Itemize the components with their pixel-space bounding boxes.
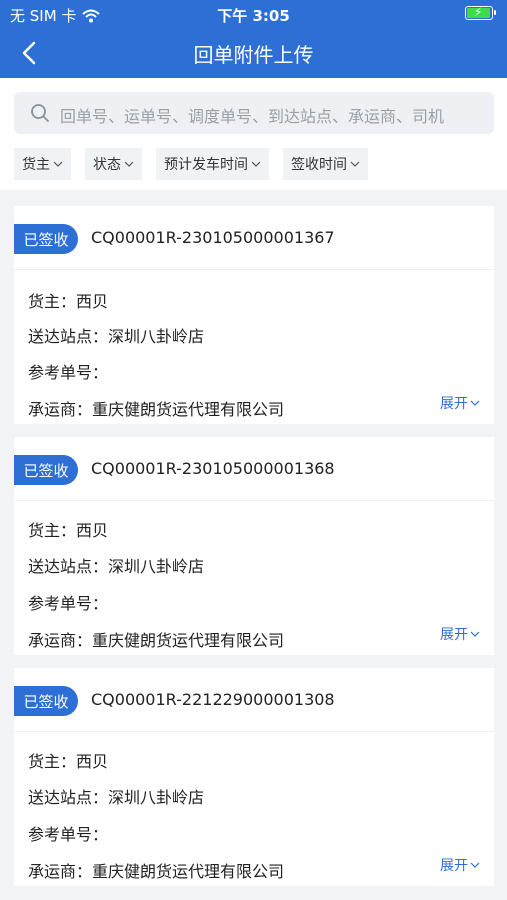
- filter-owner[interactable]: 货主: [14, 148, 71, 180]
- receipt-card[interactable]: 已签收 CQ00001R-230105000001368 货主：西贝 送达站点：…: [14, 437, 494, 655]
- divider: [14, 731, 494, 732]
- chevron-down-icon: [124, 161, 134, 167]
- filter-label: 货主: [22, 157, 50, 173]
- search-filter-panel: 回单号、运单号、调度单号、到达站点、承运商、司机 货主 状态 预计发车时间 签收…: [0, 78, 507, 190]
- status-bar: 无 SIM 卡 下午 3:05 ⚡: [0, 0, 507, 28]
- status-badge: 已签收: [14, 455, 78, 485]
- search-icon: [31, 104, 49, 122]
- filter-sign-time[interactable]: 签收时间: [283, 148, 368, 180]
- order-number: CQ00001R-230105000001367: [91, 228, 335, 247]
- chevron-down-icon: [53, 161, 63, 167]
- charging-bolt-icon: ⚡: [474, 5, 483, 19]
- owner-field: 货主：西贝: [28, 752, 109, 771]
- page-title: 回单附件上传: [193, 43, 314, 67]
- divider: [14, 269, 494, 270]
- order-number: CQ00001R-230105000001368: [91, 459, 335, 478]
- clock: 下午 3:05: [217, 7, 290, 25]
- station-field: 送达站点：深圳八卦岭店: [28, 788, 205, 807]
- expand-button[interactable]: 展开: [440, 393, 480, 413]
- filter-departure-time[interactable]: 预计发车时间: [156, 148, 269, 180]
- expand-label: 展开: [440, 627, 468, 643]
- owner-field: 货主：西贝: [28, 521, 109, 540]
- filter-label: 状态: [93, 157, 121, 173]
- filter-label: 预计发车时间: [164, 157, 248, 173]
- expand-button[interactable]: 展开: [440, 624, 480, 644]
- owner-field: 货主：西贝: [28, 292, 109, 311]
- order-number: CQ00001R-221229000001308: [91, 690, 335, 709]
- filter-bar: 货主 状态 预计发车时间 签收时间: [14, 148, 368, 180]
- filter-status[interactable]: 状态: [85, 148, 142, 180]
- carrier-field: 承运商：重庆健朗货运代理有限公司: [28, 862, 285, 881]
- chevron-down-icon: [470, 862, 480, 868]
- chevron-down-icon: [470, 400, 480, 406]
- chevron-down-icon: [251, 161, 261, 167]
- navigation-bar: 回单附件上传: [0, 28, 507, 78]
- expand-label: 展开: [440, 858, 468, 874]
- chevron-down-icon: [470, 631, 480, 637]
- carrier-field: 承运商：重庆健朗货运代理有限公司: [28, 400, 285, 419]
- reference-number-field: 参考单号：: [28, 825, 109, 844]
- search-input[interactable]: 回单号、运单号、调度单号、到达站点、承运商、司机: [14, 92, 494, 134]
- battery-icon: ⚡: [465, 5, 496, 20]
- status-badge: 已签收: [14, 686, 78, 716]
- carrier-field: 承运商：重庆健朗货运代理有限公司: [28, 631, 285, 650]
- reference-number-field: 参考单号：: [28, 363, 109, 382]
- reference-number-field: 参考单号：: [28, 594, 109, 613]
- filter-label: 签收时间: [291, 157, 347, 173]
- station-field: 送达站点：深圳八卦岭店: [28, 557, 205, 576]
- receipt-card[interactable]: 已签收 CQ00001R-221229000001308 货主：西贝 送达站点：…: [14, 668, 494, 886]
- expand-label: 展开: [440, 396, 468, 412]
- status-badge: 已签收: [14, 224, 78, 254]
- chevron-down-icon: [350, 161, 360, 167]
- search-placeholder: 回单号、运单号、调度单号、到达站点、承运商、司机: [60, 107, 445, 126]
- station-field: 送达站点：深圳八卦岭店: [28, 327, 205, 346]
- expand-button[interactable]: 展开: [440, 855, 480, 875]
- receipt-card[interactable]: 已签收 CQ00001R-230105000001367 货主：西贝 送达站点：…: [14, 206, 494, 424]
- divider: [14, 500, 494, 501]
